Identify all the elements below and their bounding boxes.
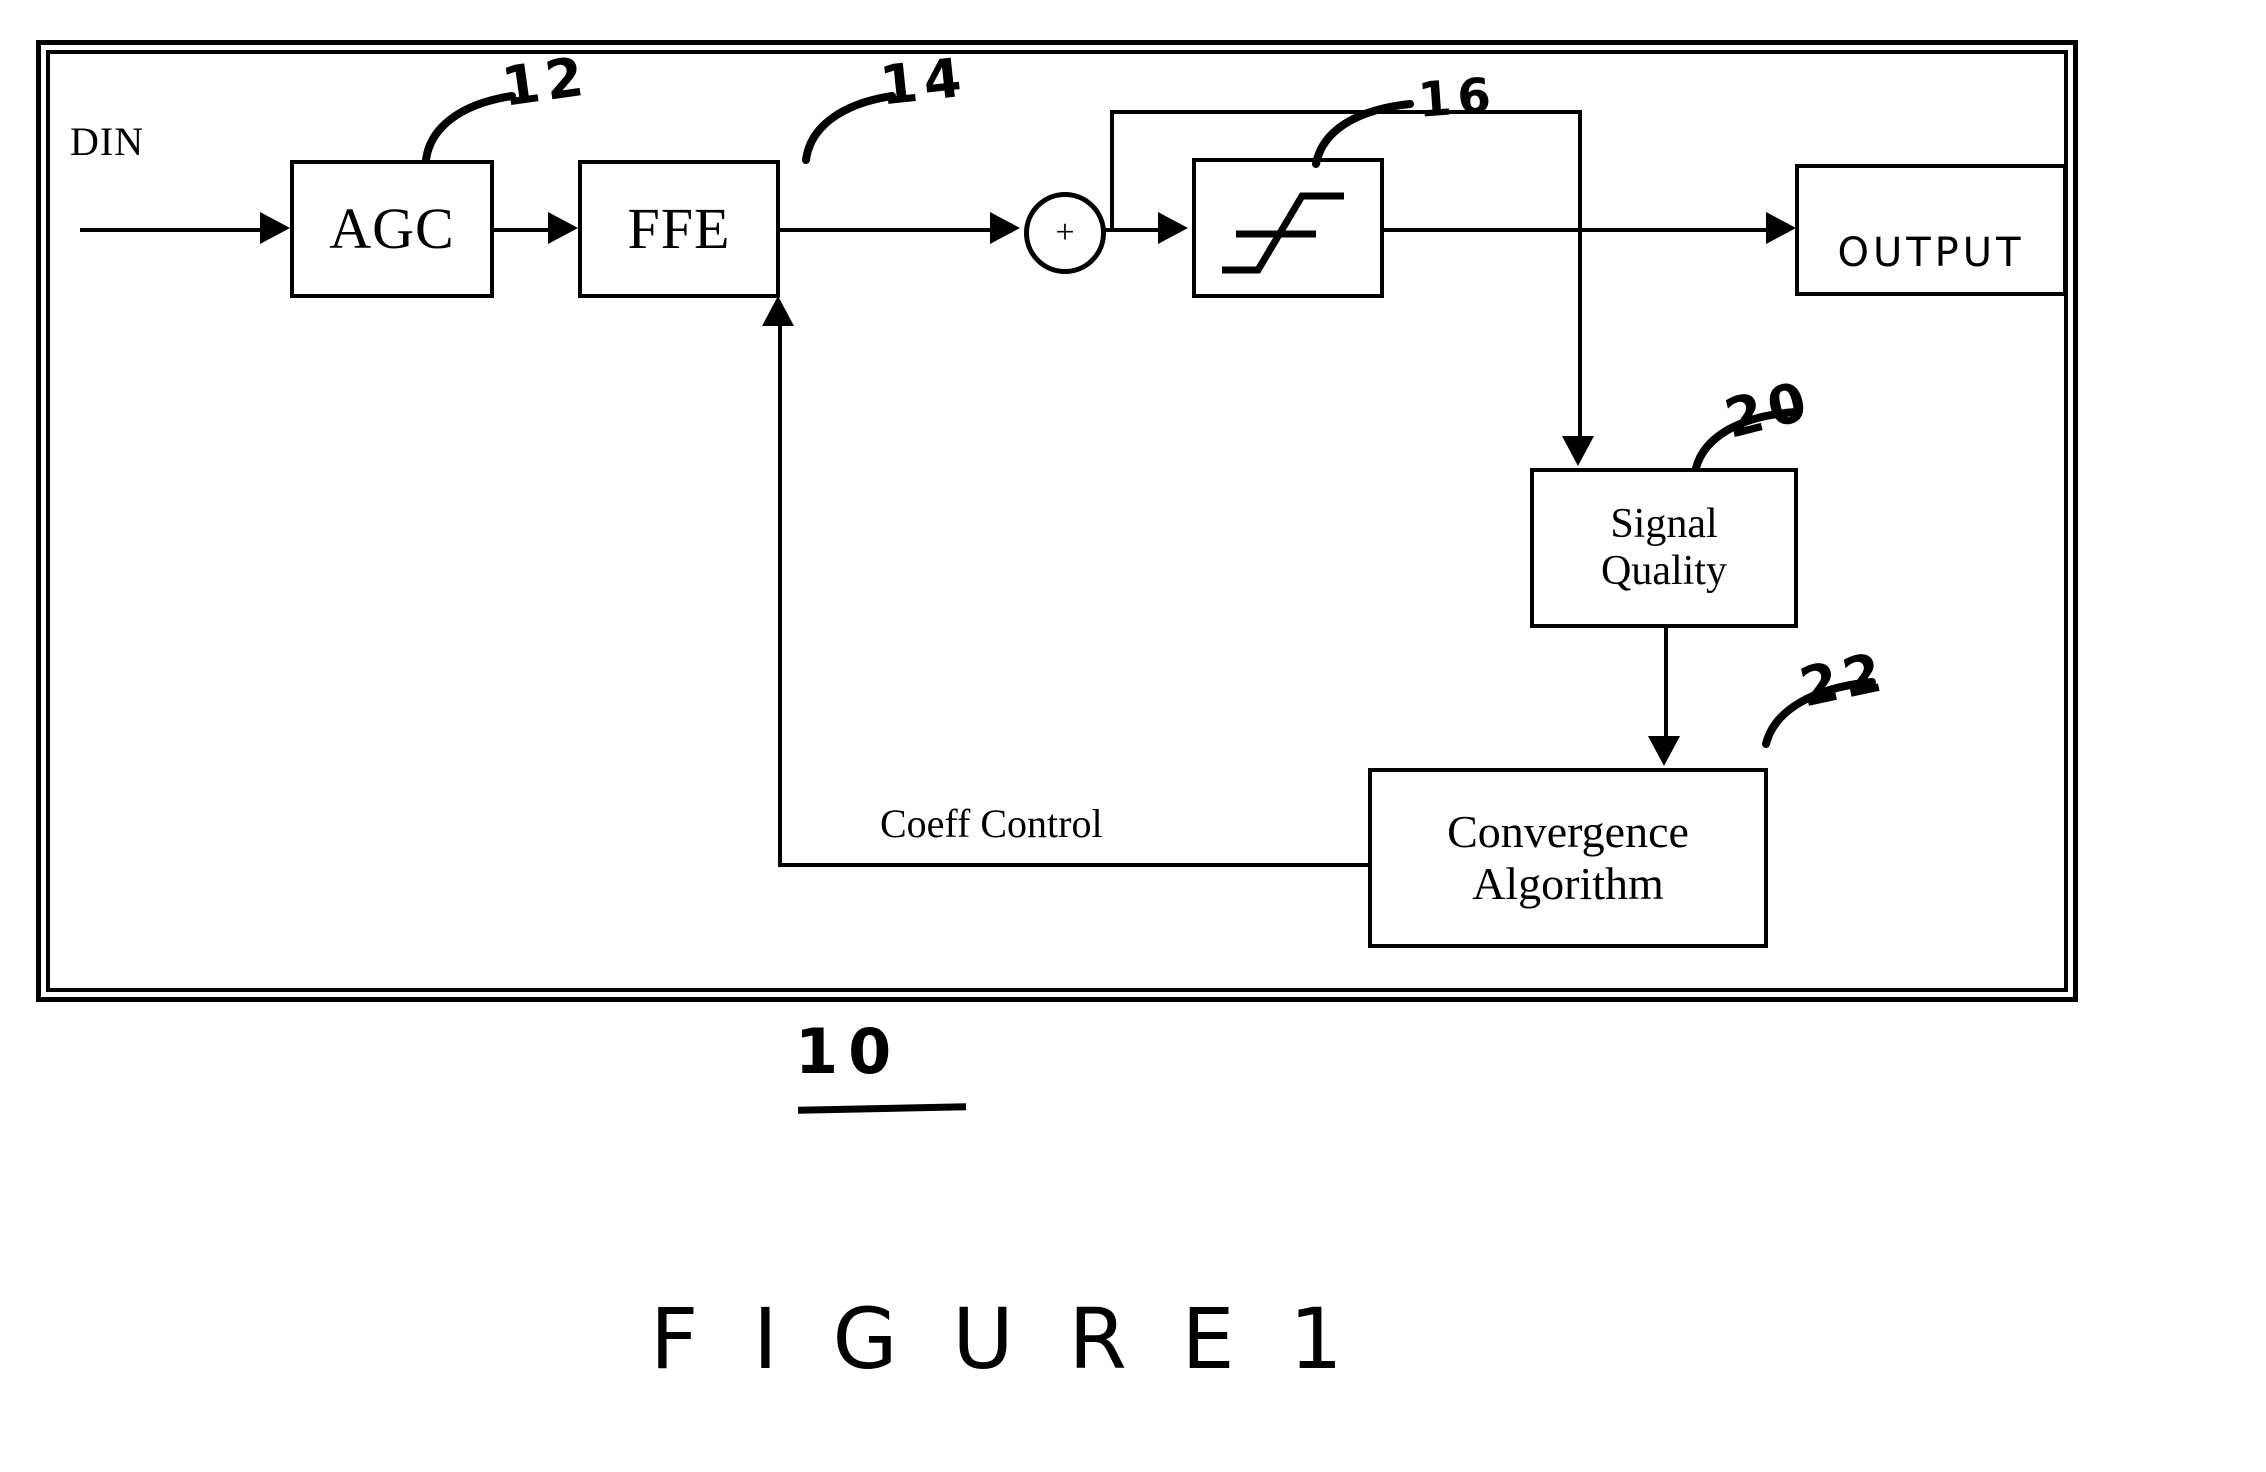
arrow-right-icon — [260, 212, 290, 244]
wire-ffe-to-summer — [780, 228, 992, 232]
arrow-right-icon — [990, 212, 1020, 244]
wire-output-tap-to-signal-quality — [1578, 228, 1582, 436]
sigmoid-s-curve-icon — [1222, 192, 1344, 274]
block-output[interactable]: OUTPUT — [1795, 164, 2067, 296]
arrow-down-icon — [1562, 436, 1594, 466]
wire-coeff-control-up-to-ffe — [778, 324, 782, 864]
block-ffe[interactable]: FFE — [578, 160, 780, 298]
ref-number-12: 12 — [498, 44, 594, 119]
arrow-right-icon — [1158, 212, 1188, 244]
block-summing-junction[interactable]: + — [1024, 192, 1106, 274]
block-signal-quality[interactable]: Signal Quality — [1530, 468, 1798, 628]
block-convergence-algorithm[interactable]: Convergence Algorithm — [1368, 768, 1768, 948]
block-agc-label: AGC — [329, 195, 455, 261]
figure-caption: F I G U R E 1 — [650, 1290, 1357, 1388]
ref-number-14: 14 — [876, 45, 971, 118]
arrow-right-icon — [1766, 212, 1796, 244]
block-ffe-label: FFE — [627, 195, 731, 261]
wire-coeff-control — [778, 863, 1370, 867]
wire-din-to-agc — [80, 228, 262, 232]
coeff-control-label: Coeff Control — [880, 801, 1103, 846]
block-agc[interactable]: AGC — [290, 160, 494, 298]
arrow-right-icon — [548, 212, 578, 244]
leader-line-icon-16 — [1312, 100, 1414, 168]
arrow-up-icon — [762, 296, 794, 326]
din-input-label: DIN — [70, 119, 145, 164]
block-convergence-algorithm-label: Convergence Algorithm — [1447, 806, 1689, 909]
wire-agc-to-ffe — [494, 228, 550, 232]
wire-feedback-tap-up — [1578, 112, 1582, 232]
block-output-label: OUTPUT — [1837, 229, 2025, 276]
system-ref-underline — [797, 1103, 967, 1114]
plus-icon: + — [1055, 214, 1075, 251]
system-ref-number-10: 10 — [795, 1015, 902, 1088]
wire-feedback-down-to-summer — [1110, 110, 1114, 232]
arrow-down-icon — [1648, 736, 1680, 766]
block-signal-quality-label: Signal Quality — [1601, 500, 1727, 594]
figure-page: DIN AGC 12 FFE 14 + 16 OUTPUT Signal Qua… — [0, 0, 2266, 1472]
wire-signal-quality-to-convergence — [1664, 628, 1668, 736]
ref-number-16: 16 — [1416, 67, 1499, 129]
